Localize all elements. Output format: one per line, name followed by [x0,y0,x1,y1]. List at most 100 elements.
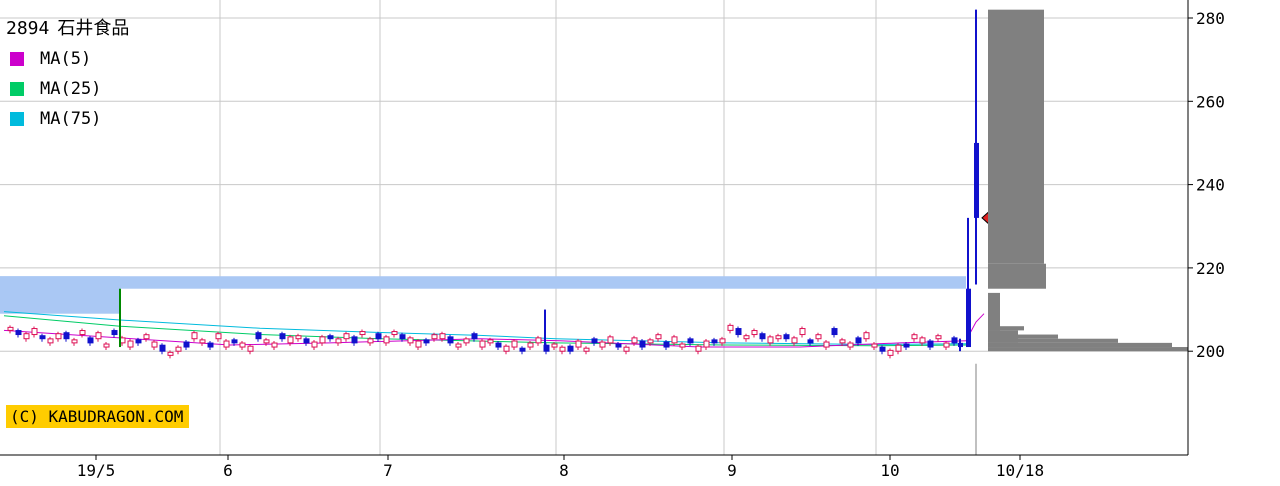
candle-body [911,334,918,340]
candle-body [399,334,406,340]
candle-body [231,339,238,344]
candle-body [351,336,358,344]
candle-body [599,341,606,348]
candle-body [935,335,942,340]
candle-body [519,347,526,352]
candle-body [23,333,30,340]
candle-body [487,339,494,344]
candle-body [263,339,270,344]
candle-body [687,338,694,344]
candle-body [751,330,758,336]
candle-body [143,334,150,340]
ticker-code: 2894 [6,18,50,39]
candle-body [87,337,94,344]
candle-body [447,336,454,344]
candle-body [551,343,558,348]
candle-body [703,340,710,348]
candle-body [799,328,806,336]
candle-body [71,339,78,344]
candle-body [535,337,542,344]
highlight-band [0,276,966,289]
x-tick-label: 7 [383,461,393,480]
legend-swatch-ma75 [10,112,24,126]
candle-body [151,341,158,348]
candle-body [695,345,702,352]
candle-body [847,342,854,348]
price-chart: 200 220 240 260 280 19/5 6 7 8 9 10 10/18 [0,0,1225,480]
candle-body [495,342,502,348]
candle-body [639,340,646,348]
legend-item-ma5: MA(5) [6,44,129,74]
candle-body [807,339,814,344]
candle-body [895,344,902,352]
candle-body [439,333,446,340]
legend-label-ma75: MA(75) [40,109,102,129]
candle-1017-body [966,288,971,348]
candle-body [511,340,518,348]
y-tick-label: 260 [1196,92,1225,111]
candle-body [7,326,14,331]
candle-body [271,342,278,348]
candle-body [159,344,166,352]
candle-body [663,341,670,348]
candle-body [559,346,566,352]
candle-body [111,330,118,336]
candle-body [943,342,950,348]
candle-body [287,336,294,344]
candle-body [431,334,438,340]
candle-body [927,340,934,348]
candle-1018-body [974,142,979,218]
highlight-band-left [0,276,120,314]
candle-body [479,340,486,348]
candle-body [31,328,38,336]
candle-body [743,335,750,340]
candle-body [279,333,286,340]
candle-body [903,343,910,348]
candle-body [207,342,214,348]
candle-body [79,330,86,336]
legend-label-ma25: MA(25) [40,79,102,99]
x-tick-label: 19/5 [77,461,116,480]
candle-body [735,328,742,336]
candle-body [591,338,598,344]
candle-body [415,340,422,348]
legend-label-ma5: MA(5) [40,49,92,69]
candle-body [319,336,326,344]
candle-body [175,346,182,352]
candle-body [791,337,798,344]
candle-body [343,333,350,340]
candle-body [719,338,726,344]
candle-body [567,345,574,352]
candle-body [527,342,534,348]
volume-profile-bar [988,342,1172,348]
candle-body [503,345,510,352]
chart-stage: 200 220 240 260 280 19/5 6 7 8 9 10 10/18 2894 石井食品… [0,0,1280,482]
legend-item-ma25: MA(25) [6,74,129,104]
legend-swatch-ma5 [10,52,24,66]
candle-body [55,333,62,340]
candle-body [607,336,614,344]
candle-body [823,341,830,348]
candle-body [247,345,254,352]
candle-body [47,338,54,344]
candle-body [63,332,70,340]
candle-body [383,336,390,344]
candle-body [367,338,374,344]
candle-body [223,340,230,348]
candle-body [711,339,718,344]
legend-title: 2894 石井食品 [6,14,129,44]
candle-body [183,341,190,348]
candle-body [239,342,246,348]
candle-body [311,341,318,348]
y-tick-label: 280 [1196,9,1225,28]
candle-body [215,333,222,340]
candle-body [191,332,198,340]
x-tick-label: 10/18 [996,461,1044,480]
candle-body [671,336,678,344]
candle-body [471,333,478,340]
candle-body [727,324,734,331]
candle-body [831,328,838,336]
candle-body [303,338,310,344]
y-tick-label: 240 [1196,176,1225,195]
candle-body [167,351,174,356]
